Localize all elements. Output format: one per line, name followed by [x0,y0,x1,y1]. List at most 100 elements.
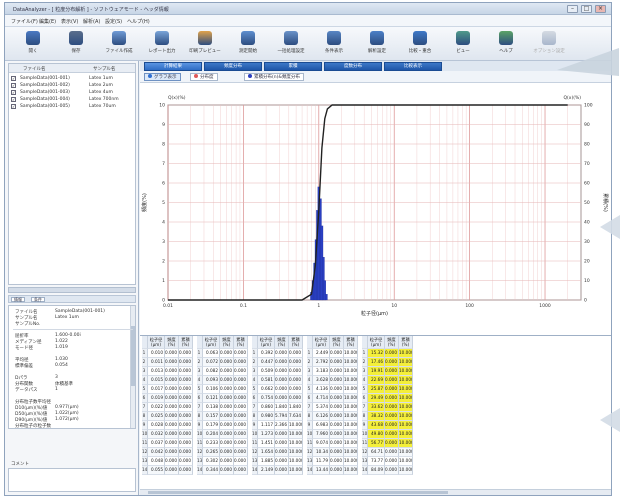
table-cell[interactable]: 0.000 [275,394,289,403]
table-cell[interactable]: 10.000 [399,448,413,457]
file-list-item[interactable]: ✓ SampleData(001-005) Latex 70um [11,103,133,110]
table-cell[interactable]: 0.017 [148,385,165,394]
file-checkbox[interactable]: ✓ [11,97,16,102]
tab-result-0[interactable]: 計算結果 [144,62,202,71]
table-cell[interactable]: 0.000 [165,466,179,475]
table-cell[interactable]: 0.000 [234,376,248,385]
column-header[interactable]: 累積 (%) [179,336,193,349]
table-cell[interactable]: 0.000 [385,376,399,385]
toolbar-button-8[interactable]: 解析設定 [355,30,399,58]
table-cell[interactable]: 0.000 [330,358,344,367]
table-cell[interactable]: 0.093 [203,376,220,385]
table-cell[interactable]: 0.000 [234,358,248,367]
table-cell[interactable]: 10.000 [344,403,358,412]
table-cell[interactable]: 10.000 [344,358,358,367]
table-cell[interactable]: 0.000 [385,385,399,394]
table-cell[interactable]: 13.44 [313,466,330,475]
table-cell[interactable]: 0.000 [234,412,248,421]
table-cell[interactable]: 3.183 [313,367,330,376]
column-header[interactable]: 累積 (%) [234,336,248,349]
table-cell[interactable]: 0.509 [258,367,275,376]
table-cell[interactable]: 3.628 [313,376,330,385]
toolbar-button-3[interactable]: レポート出力 [140,30,184,58]
table-cell[interactable]: 0.000 [165,430,179,439]
table-cell[interactable]: 10.34 [313,448,330,457]
toolbar-button-4[interactable]: 印刷プレビュー [183,30,227,58]
table-cell[interactable]: 0.025 [148,412,165,421]
table-cell[interactable]: 10.000 [289,439,303,448]
column-header[interactable]: 累積 (%) [399,336,413,349]
table-cell[interactable]: 1.840 [275,403,289,412]
table-cell[interactable]: 0.000 [385,394,399,403]
toolbar-button-10[interactable]: ビュー [441,30,485,58]
column-header[interactable]: 累積 (%) [344,336,358,349]
table-cell[interactable]: 0.000 [330,430,344,439]
table-cell[interactable]: 0.000 [289,367,303,376]
toolbar-button-5[interactable]: 測定開始 [226,30,270,58]
table-cell[interactable]: 6.126 [313,412,330,421]
close-button[interactable]: × [595,5,606,13]
table-cell[interactable]: 0.000 [234,439,248,448]
table-cell[interactable]: 0.000 [330,448,344,457]
table-cell[interactable]: 0.063 [203,349,220,358]
table-cell[interactable]: 0.000 [220,349,234,358]
table-cell[interactable]: 0.000 [385,349,399,358]
table-cell[interactable]: 10.000 [399,466,413,475]
toolbar-button-1[interactable]: 保存 [54,30,98,58]
subtab-2[interactable]: 累積分布(n)&頻度分布 [244,73,304,81]
table-cell[interactable]: 0.000 [385,439,399,448]
tab-result-4[interactable]: 比較表示 [384,62,442,71]
table-cell[interactable]: 0.013 [148,367,165,376]
table-cell[interactable]: 0.000 [275,376,289,385]
table-cell[interactable]: 0.000 [220,457,234,466]
menu-analysis[interactable]: 解析(A) [83,18,100,25]
table-cell[interactable]: 0.000 [385,367,399,376]
subtab-1[interactable]: 分布度 [190,73,218,81]
table-cell[interactable]: 0.000 [179,403,193,412]
table-cell[interactable]: 0.000 [275,457,289,466]
table-cell[interactable]: 0.000 [275,430,289,439]
menu-settings[interactable]: 設定(S) [105,18,122,25]
file-checkbox[interactable]: ✓ [11,90,16,95]
table-cell[interactable]: 0.000 [179,367,193,376]
table-cell[interactable]: 0.028 [148,421,165,430]
table-cell[interactable]: 0.157 [203,412,220,421]
table-cell[interactable]: 0.000 [234,394,248,403]
table-cell[interactable]: 0.000 [289,358,303,367]
toolbar-button-0[interactable]: 開く [11,30,55,58]
table-cell[interactable]: 0.000 [385,448,399,457]
tab-result-3[interactable]: 度数分布 [324,62,382,71]
table-cell[interactable]: 0.000 [275,439,289,448]
table-cell[interactable]: 0.106 [203,385,220,394]
table-cell[interactable]: 10.000 [399,376,413,385]
table-cell[interactable]: 2.149 [258,466,275,475]
toolbar-button-11[interactable]: ヘルプ [484,30,528,58]
table-cell[interactable]: 0.011 [148,358,165,367]
table-cell[interactable]: 0.121 [203,394,220,403]
table-cell[interactable]: 0.000 [330,466,344,475]
table-cell[interactable]: 0.000 [165,457,179,466]
table-cell[interactable]: 0.447 [258,358,275,367]
table-cell[interactable]: 0.042 [148,448,165,457]
column-header[interactable]: 粒子径 (μm) [368,336,385,349]
table-cell[interactable]: 11.79 [313,457,330,466]
column-header[interactable]: 累積 (%) [289,336,303,349]
comment-input[interactable] [8,468,136,492]
table-cell[interactable]: 0.000 [330,439,344,448]
table-cell[interactable]: 10.000 [344,412,358,421]
table-cell[interactable]: 56.77 [368,439,385,448]
table-cell[interactable]: 0.000 [330,367,344,376]
table-cell[interactable]: 0.000 [179,385,193,394]
table-cell[interactable]: 7.960 [313,430,330,439]
table-cell[interactable]: 0.344 [203,466,220,475]
table-cell[interactable]: 0.662 [258,385,275,394]
table-cell[interactable]: 17.46 [368,358,385,367]
table-cell[interactable]: 0.000 [385,358,399,367]
table-cell[interactable]: 10.000 [344,367,358,376]
table-cell[interactable]: 0.000 [165,448,179,457]
table-cell[interactable]: 0.022 [148,403,165,412]
table-cell[interactable]: 10.000 [344,448,358,457]
table-cell[interactable]: 10.000 [399,349,413,358]
file-list-item[interactable]: ✓ SampleData(001-001) Latex 1um [11,75,133,82]
panel-splitter[interactable] [8,287,136,293]
